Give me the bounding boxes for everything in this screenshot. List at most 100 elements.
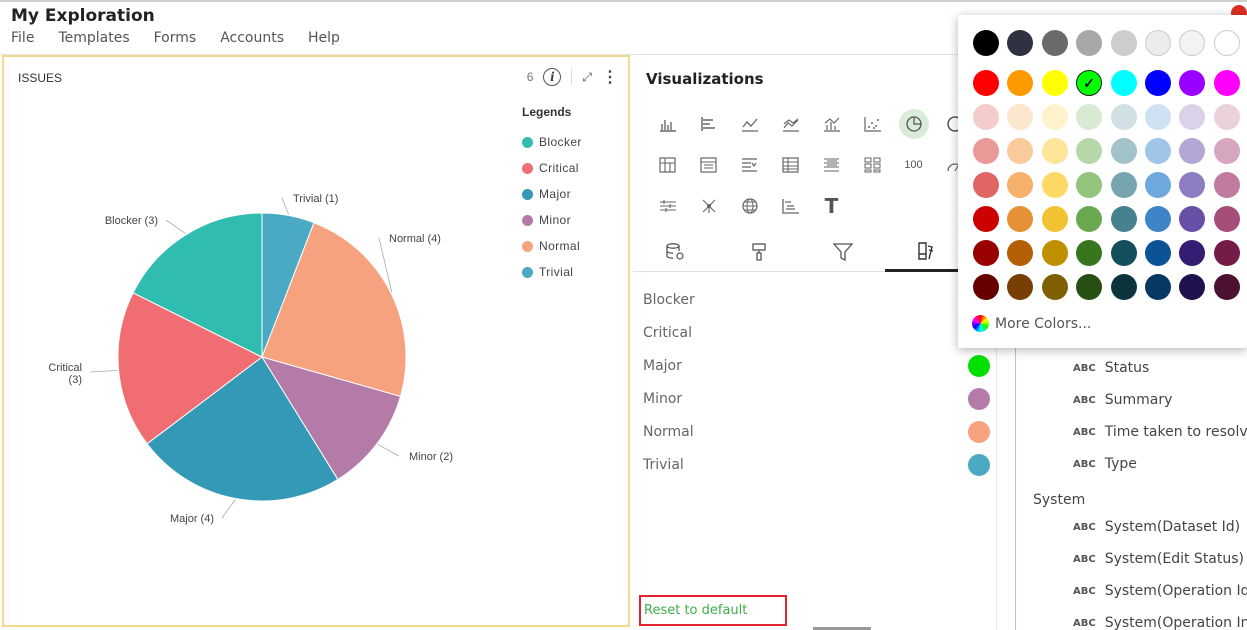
menu-forms[interactable]: Forms [154,30,197,46]
legend-item[interactable]: Minor [522,207,582,233]
area-chart-icon[interactable] [770,109,811,139]
bar-chart-icon[interactable] [688,109,729,139]
text-widget-icon[interactable]: T [811,191,852,221]
menu-help[interactable]: Help [308,30,340,46]
field-item[interactable]: ABC Status [1073,360,1149,376]
data-table-icon[interactable] [688,150,729,180]
color-option[interactable] [973,30,999,56]
color-swatch-minor[interactable] [968,387,990,410]
color-option[interactable] [1041,240,1068,266]
color-option[interactable] [1076,172,1103,198]
legend-item[interactable]: Normal [522,233,582,259]
color-swatch-normal[interactable] [968,420,990,443]
color-option[interactable] [1007,172,1034,198]
color-option[interactable] [1144,240,1171,266]
color-option[interactable] [1110,30,1137,56]
color-option[interactable] [1213,172,1240,198]
gantt-chart-icon[interactable] [770,191,811,221]
color-option[interactable] [973,172,999,198]
color-option[interactable] [1144,138,1171,164]
color-option[interactable] [973,70,999,96]
color-option[interactable] [1179,138,1206,164]
color-option[interactable] [1144,274,1171,300]
field-item[interactable]: ABC System(Edit Status) [1073,551,1244,567]
color-option[interactable] [1110,138,1137,164]
color-option[interactable] [1076,30,1103,56]
menu-templates[interactable]: Templates [58,30,129,46]
color-option[interactable] [1179,104,1206,130]
network-graph-icon[interactable] [688,191,729,221]
field-group-system[interactable]: System [1033,492,1085,508]
filter-table-icon[interactable] [729,150,770,180]
color-option[interactable] [973,240,999,266]
color-option[interactable] [1179,172,1206,198]
color-option[interactable] [1144,172,1171,198]
field-item[interactable]: ABC Summary [1073,392,1172,408]
color-swatch-major[interactable] [968,354,990,377]
field-item[interactable]: ABC System(Dataset Id) [1073,519,1240,535]
more-colors-button[interactable]: More Colors... [972,315,1091,332]
tab-color-icon[interactable] [885,232,969,272]
color-option[interactable] [1041,138,1068,164]
pivot-table-icon[interactable] [647,150,688,180]
color-option[interactable] [1041,70,1068,96]
timeline-icon[interactable] [647,191,688,221]
color-option[interactable] [1110,70,1137,96]
reset-to-default-button[interactable]: Reset to default [639,595,787,626]
color-option[interactable] [1076,206,1103,232]
color-option[interactable] [1213,240,1240,266]
tab-data-icon[interactable] [633,232,717,272]
chart-panel[interactable]: Trivial (1) Normal (4) Minor (2) Major (4) C… [2,55,630,627]
color-option[interactable] [1007,30,1034,56]
color-option[interactable] [1041,104,1068,130]
color-option[interactable] [1213,70,1240,96]
field-item[interactable]: ABC Time taken to resolve [1073,424,1247,440]
color-option[interactable] [973,274,999,300]
color-option[interactable] [1110,172,1137,198]
color-swatch-trivial[interactable] [968,453,990,476]
color-option[interactable] [1179,240,1206,266]
color-option[interactable]: ✓ [1076,70,1103,96]
color-option[interactable] [1213,274,1240,300]
color-option[interactable] [1110,206,1137,232]
field-item[interactable]: ABC System(Operation Inst [1073,615,1247,630]
expand-icon[interactable]: ⤢ [582,70,592,85]
color-option[interactable] [1007,206,1034,232]
pie-chart-icon[interactable] [893,108,934,139]
legend-item[interactable]: Trivial [522,259,582,285]
color-option[interactable] [1213,206,1240,232]
column-chart-icon[interactable] [647,109,688,139]
color-option[interactable] [1144,30,1171,56]
line-chart-icon[interactable] [729,109,770,139]
more-options-icon[interactable]: ⋮ [602,67,618,87]
color-option[interactable] [1179,30,1206,56]
color-option[interactable] [1110,104,1137,130]
legend-item[interactable]: Major [522,181,582,207]
color-option[interactable] [1007,274,1034,300]
tab-filter-icon[interactable] [801,232,885,272]
color-option[interactable] [1179,70,1206,96]
color-option[interactable] [973,104,999,130]
combo-chart-icon[interactable] [811,109,852,139]
color-option[interactable] [973,138,999,164]
color-option[interactable] [1110,274,1137,300]
color-option[interactable] [1076,104,1103,130]
color-option[interactable] [973,206,999,232]
color-option[interactable] [1213,30,1240,56]
color-option[interactable] [1041,30,1068,56]
color-option[interactable] [1144,104,1171,130]
scatter-chart-icon[interactable] [852,109,893,139]
color-option[interactable] [1179,274,1206,300]
color-option[interactable] [1041,206,1068,232]
color-option[interactable] [1076,274,1103,300]
summary-table-icon[interactable] [811,150,852,180]
legend-item[interactable]: Critical [522,155,582,181]
color-option[interactable] [1144,70,1171,96]
color-option[interactable] [1213,138,1240,164]
legend-item[interactable]: Blocker [522,129,582,155]
info-icon[interactable]: i [543,68,562,86]
color-option[interactable] [1007,138,1034,164]
field-item[interactable]: ABC System(Operation Id) [1073,583,1247,599]
color-option[interactable] [1007,240,1034,266]
color-option[interactable] [1179,206,1206,232]
